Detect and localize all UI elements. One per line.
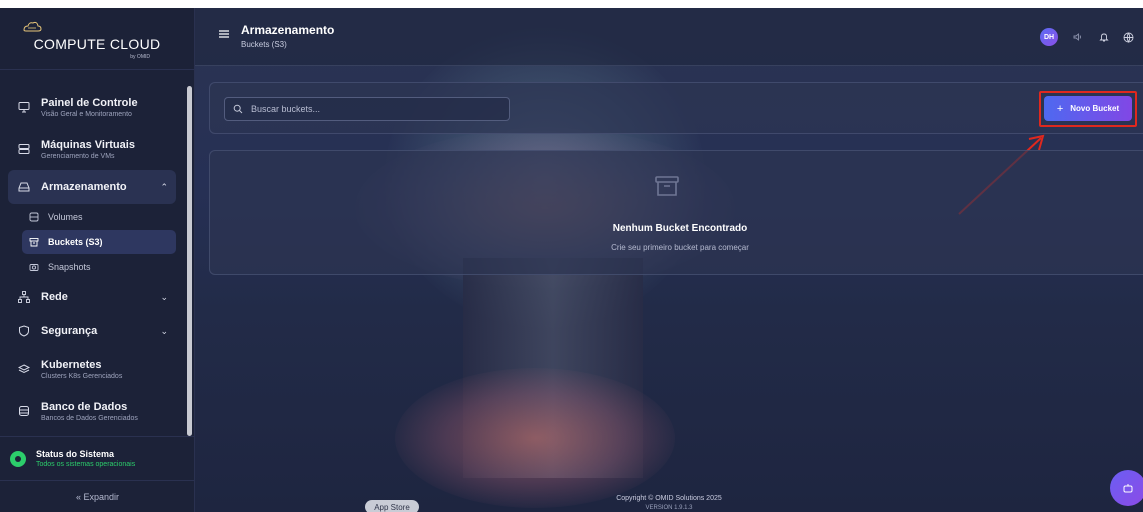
plus-icon: + [1056,102,1064,115]
assistant-icon [1123,484,1133,493]
sidebar-item-virtual-machines[interactable]: Máquinas Virtuais Gerenciamento de VMs [8,128,176,170]
sidebar-item-title: Armazenamento [41,181,127,193]
new-bucket-button[interactable]: + Novo Bucket [1044,96,1132,121]
empty-state-subtitle: Crie seu primeiro bucket para começar [611,243,749,252]
search-box[interactable] [224,97,510,121]
bucket-toolbar [209,82,1143,134]
sidebar-item-subtitle: Visão Geral e Monitoramento [41,110,132,118]
bell-icon[interactable] [1097,30,1111,44]
brand-name: COMPUTE CLOUD [33,35,161,52]
sidebar: COMPUTE CLOUD by OMID Painel de Controle… [0,8,195,512]
sidebar-item-title: Segurança [41,325,98,337]
storage-icon [16,179,32,195]
footer-version: VERSION 1.9.1.3 [645,505,693,511]
expand-sidebar-button[interactable]: « Expandir [0,480,195,512]
sidebar-item-title: Kubernetes [41,358,102,371]
status-indicator-icon [10,450,26,467]
sidebar-subitem-label: Snapshots [48,262,91,272]
main-content: Armazenamento Buckets (S3) DH + [195,8,1143,512]
sidebar-item-storage[interactable]: Armazenamento ⌃ [8,170,176,204]
menu-icon[interactable] [219,30,229,38]
sidebar-item-subtitle: Gerenciamento de VMs [41,152,115,160]
bucket-icon [28,236,40,248]
chat-assistant-button[interactable] [1110,470,1143,506]
page-title: Armazenamento [241,23,335,37]
chevron-down-icon: ⌄ [160,291,168,302]
top-bar: Armazenamento Buckets (S3) DH [195,8,1143,66]
sidebar-item-title: Banco de Dados [41,400,128,413]
db-icon [16,403,32,419]
sidebar-item-dashboard[interactable]: Painel de Controle Visão Geral e Monitor… [8,86,176,128]
network-icon [16,289,32,305]
logo[interactable]: COMPUTE CLOUD by OMID [0,8,194,70]
sound-icon[interactable] [1071,30,1085,44]
sidebar-item-title: Painel de Controle [41,96,138,109]
sidebar-subitem-volumes[interactable]: Volumes [22,205,176,229]
chevron-up-icon: ⌃ [160,181,168,192]
sidebar-item-subtitle: Clusters K8s Gerenciados [41,372,123,380]
status-title: Status do Sistema [36,449,115,459]
camera-icon [28,261,40,273]
chevron-down-icon: ⌄ [160,325,168,336]
shield-icon [16,323,32,339]
sidebar-item-subtitle: Bancos de Dados Gerenciados [41,414,138,422]
sidebar-item-kubernetes[interactable]: Kubernetes Clusters K8s Gerenciados [8,348,176,390]
database-icon [28,211,40,223]
footer-copyright: Copyright © OMID Solutions 2025 [616,495,722,502]
system-status[interactable]: Status do Sistema Todos os sistemas oper… [0,436,195,480]
sidebar-item-security[interactable]: Segurança ⌄ [8,314,176,348]
background-cloud-bottom [395,368,675,508]
sidebar-item-network[interactable]: Rede ⌄ [8,280,176,314]
page-breadcrumb: Buckets (S3) [241,40,287,49]
globe-icon[interactable] [1121,30,1135,44]
sidebar-item-title: Rede [41,291,68,303]
archive-icon [655,176,679,196]
sidebar-subitem-buckets[interactable]: Buckets (S3) [22,230,176,254]
sidebar-nav: Painel de Controle Visão Geral e Monitor… [0,86,184,432]
sidebar-subitem-label: Volumes [48,212,83,222]
server-icon [16,141,32,157]
sidebar-subitem-label: Buckets (S3) [48,237,103,247]
layers-icon [16,361,32,377]
monitor-icon [16,99,32,115]
sidebar-subitem-snapshots[interactable]: Snapshots [22,255,176,279]
cloud-logo-icon [23,21,42,32]
search-icon [233,104,243,114]
empty-state-card: Nenhum Bucket Encontrado Crie seu primei… [209,150,1143,275]
sidebar-scrollbar[interactable] [187,86,192,436]
new-bucket-label: Novo Bucket [1070,104,1120,113]
app-window: COMPUTE CLOUD by OMID Painel de Controle… [0,8,1143,512]
avatar[interactable]: DH [1040,28,1058,46]
search-input[interactable] [251,104,501,114]
brand-byline: by OMID [130,54,150,60]
sidebar-item-title: Máquinas Virtuais [41,138,135,151]
empty-state-title: Nenhum Bucket Encontrado [612,223,748,234]
sidebar-item-databases[interactable]: Banco de Dados Bancos de Dados Gerenciad… [8,390,176,432]
status-subtitle: Todos os sistemas operacionais [36,461,136,468]
